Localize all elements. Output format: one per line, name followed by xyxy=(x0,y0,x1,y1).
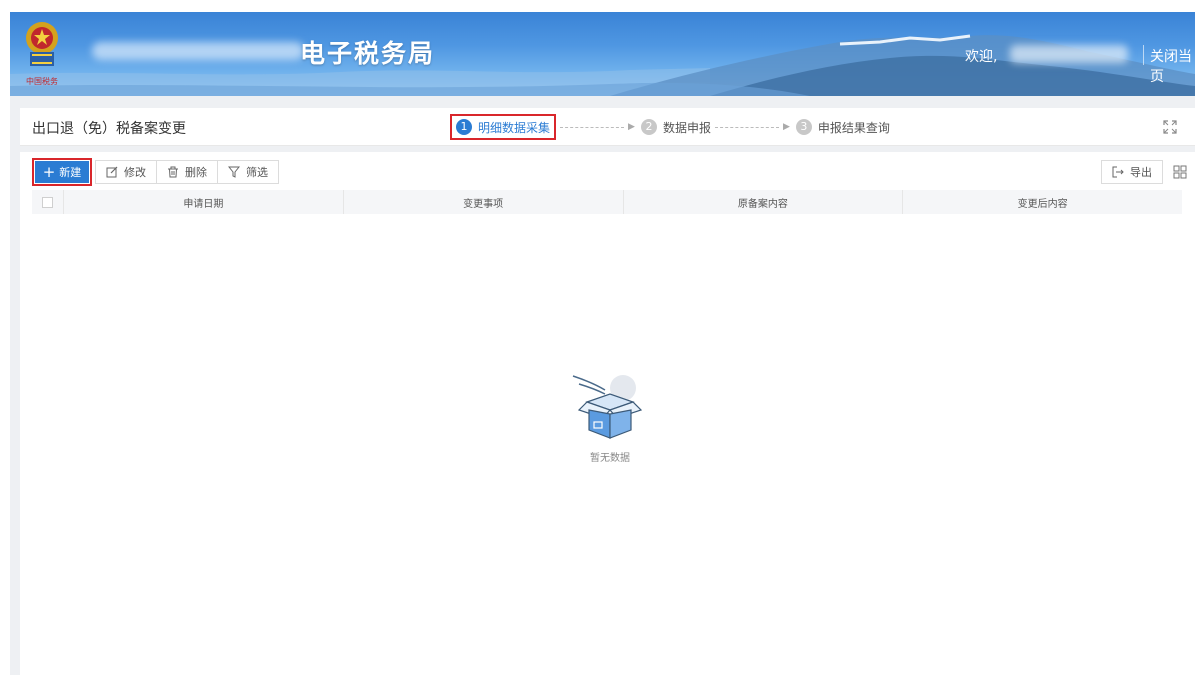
site-header: 中国税务 电子税务局 欢迎, 关闭当页 xyxy=(10,12,1195,96)
export-icon xyxy=(1112,166,1124,178)
fullscreen-icon[interactable] xyxy=(1163,120,1177,134)
step-label: 数据申报 xyxy=(662,120,711,135)
step-connector xyxy=(714,126,779,128)
blurred-username xyxy=(1010,45,1128,63)
arrow-right-icon: ▶ xyxy=(782,122,790,132)
select-all-checkbox[interactable] xyxy=(42,196,53,208)
welcome-text: 欢迎, xyxy=(965,49,998,65)
table-header: 申请日期 变更事项 原备案内容 变更后内容 xyxy=(32,190,1182,214)
delete-button-label: 删除 xyxy=(185,166,207,179)
new-button[interactable]: + 新建 xyxy=(35,161,89,183)
site-title: 电子税务局 xyxy=(300,39,436,68)
plus-icon: + xyxy=(42,162,56,181)
step-label: 明细数据采集 xyxy=(478,120,551,135)
column-header-change-item[interactable]: 变更事项 xyxy=(344,190,624,214)
step-progress: 1 明细数据采集 ▶ 2 数据申报 ▶ 3 申报结果查询 xyxy=(450,114,890,140)
step-number: 2 xyxy=(640,119,657,135)
new-button-label: 新建 xyxy=(59,166,82,179)
step-connector xyxy=(560,126,625,128)
empty-state: 暂无数据 xyxy=(560,370,660,464)
svg-text:中国税务: 中国税务 xyxy=(26,76,58,86)
edit-button[interactable]: 修改 xyxy=(95,160,157,184)
toolbar-right: 导出 xyxy=(1101,160,1187,184)
main-panel: + 新建 修改 删除 筛选 导出 申请日期 变更事项 原备案内容 变更后内容 暂… xyxy=(20,152,1195,675)
filter-button[interactable]: 筛选 xyxy=(217,160,279,184)
filter-icon xyxy=(228,166,240,178)
header-divider xyxy=(1143,45,1144,65)
column-settings-icon[interactable] xyxy=(1173,165,1187,179)
export-button[interactable]: 导出 xyxy=(1101,160,1163,184)
empty-box-icon xyxy=(572,375,643,439)
select-all-checkbox-cell xyxy=(32,190,64,214)
step-number: 1 xyxy=(456,119,472,135)
column-header-changed-content[interactable]: 变更后内容 xyxy=(903,190,1182,214)
edit-icon xyxy=(106,166,118,178)
column-header-original-content[interactable]: 原备案内容 xyxy=(624,190,904,214)
empty-state-text: 暂无数据 xyxy=(590,453,630,464)
tax-emblem-logo: 中国税务 xyxy=(26,22,58,86)
delete-button[interactable]: 删除 xyxy=(156,160,218,184)
toolbar: + 新建 修改 删除 筛选 xyxy=(32,158,279,186)
filter-button-label: 筛选 xyxy=(246,166,268,179)
trash-icon xyxy=(168,166,178,178)
blurred-bureau-name xyxy=(92,42,304,60)
step-result-query[interactable]: 3 申报结果查询 xyxy=(795,119,890,136)
title-bar: 出口退（免）税备案变更 1 明细数据采集 ▶ 2 数据申报 ▶ 3 申报结果查询 xyxy=(20,108,1195,146)
new-button-highlight: + 新建 xyxy=(32,158,92,186)
edit-button-label: 修改 xyxy=(124,166,146,179)
step-detail-collection[interactable]: 1 明细数据采集 xyxy=(450,114,557,140)
step-label: 申报结果查询 xyxy=(817,120,890,135)
export-button-label: 导出 xyxy=(1130,166,1152,179)
step-number: 3 xyxy=(795,119,812,135)
page-title: 出口退（免）税备案变更 xyxy=(32,121,186,137)
arrow-right-icon: ▶ xyxy=(628,122,635,132)
column-header-apply-date[interactable]: 申请日期 xyxy=(64,190,344,214)
step-data-declaration[interactable]: 2 数据申报 xyxy=(640,119,711,136)
close-page-link[interactable]: 关闭当页 xyxy=(1150,46,1195,86)
